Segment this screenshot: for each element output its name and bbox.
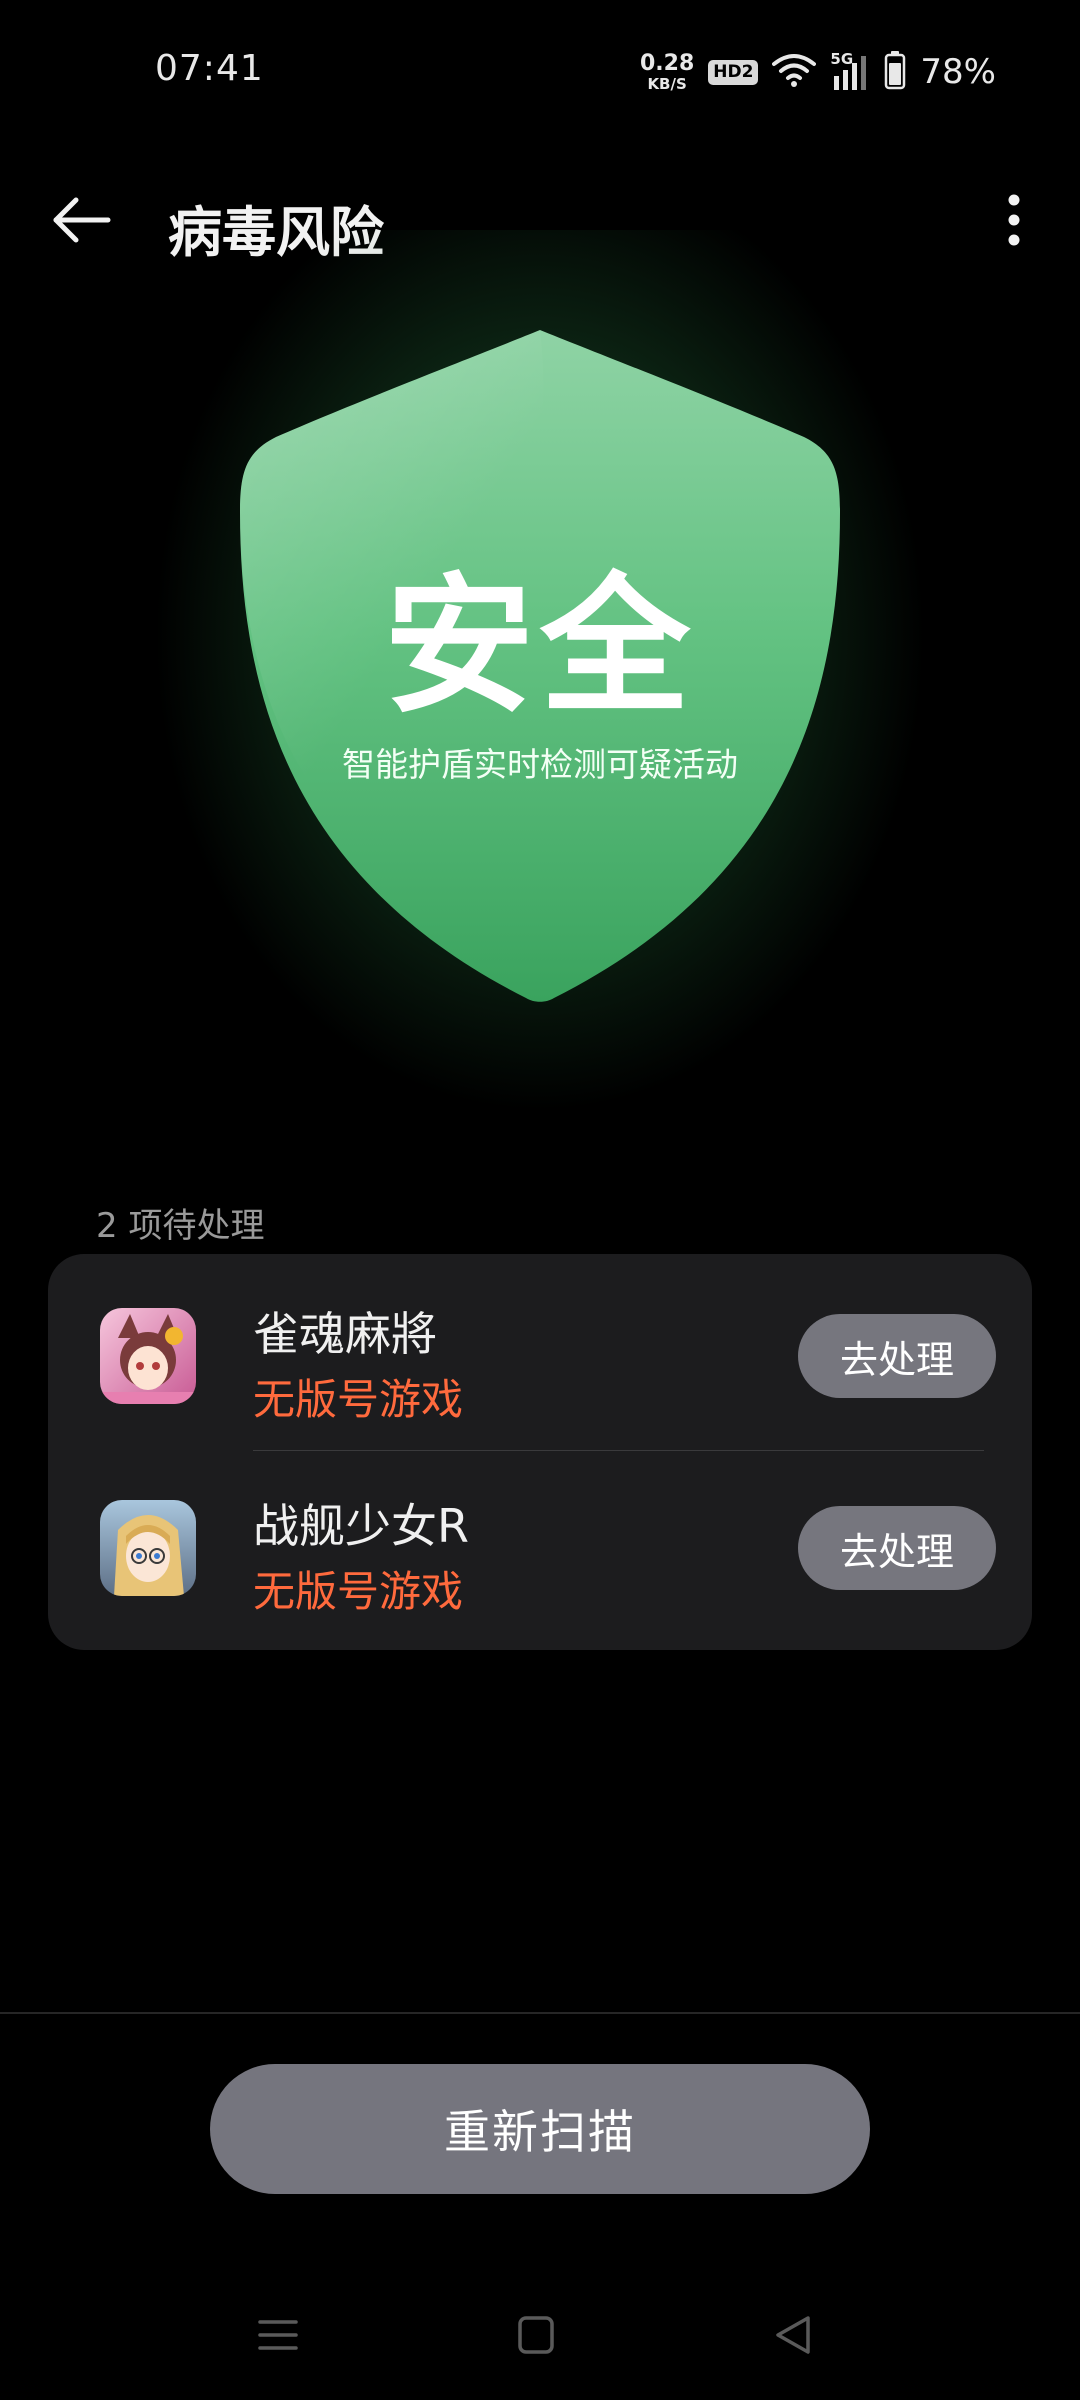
shield-subtitle: 智能护盾实时检测可疑活动 xyxy=(342,745,738,784)
home-button[interactable] xyxy=(506,2310,566,2360)
network-speed-unit: KB/S xyxy=(647,74,687,93)
back-triangle-icon xyxy=(776,2316,810,2354)
status-icons: 0.28 KB/S HD2 5G 78% xyxy=(640,48,996,96)
app-name: 雀魂麻將 xyxy=(253,1307,437,1361)
pending-count-label: 2 项待处理 xyxy=(96,1206,265,1246)
status-time: 07:41 xyxy=(155,48,264,89)
battery-percent: 78% xyxy=(920,52,996,92)
pending-list-card: 雀魂麻將 无版号游戏 去处理 战舰少女R 无版号游戏 去处理 xyxy=(48,1254,1032,1650)
status-bar: 07:41 0.28 KB/S HD2 5G 78% xyxy=(0,0,1080,140)
back-button[interactable] xyxy=(48,192,120,248)
handle-button[interactable]: 去处理 xyxy=(798,1506,996,1590)
handle-button[interactable]: 去处理 xyxy=(798,1314,996,1398)
risk-tag: 无版号游戏 xyxy=(253,1375,464,1424)
mahjong-soul-app-icon xyxy=(100,1308,196,1404)
network-speed-value: 0.28 xyxy=(639,50,695,76)
list-item: 雀魂麻將 无版号游戏 去处理 xyxy=(48,1254,1032,1451)
arrow-left-icon xyxy=(53,197,111,243)
navigation-bar xyxy=(0,2290,1080,2380)
security-status: 安全 xyxy=(383,560,696,734)
app-bar: 病毒风险 xyxy=(0,170,1080,270)
home-icon xyxy=(518,2316,554,2354)
rescan-button[interactable]: 重新扫描 xyxy=(210,2064,870,2194)
hd-voice-badge: HD2 xyxy=(708,59,759,85)
app-name: 战舰少女R xyxy=(253,1499,469,1553)
list-item: 战舰少女R 无版号游戏 去处理 xyxy=(48,1446,1032,1638)
wifi-icon xyxy=(772,52,817,92)
bottom-divider xyxy=(0,2012,1080,2014)
back-nav-button[interactable] xyxy=(764,2310,824,2360)
network-speed: 0.28 KB/S xyxy=(639,50,695,93)
battery-icon xyxy=(884,50,906,94)
risk-tag: 无版号游戏 xyxy=(253,1567,464,1616)
more-vertical-icon xyxy=(1008,194,1020,246)
more-options-button[interactable] xyxy=(990,190,1038,250)
page-title: 病毒风险 xyxy=(168,201,384,264)
menu-button[interactable] xyxy=(248,2310,308,2360)
warship-girls-app-icon xyxy=(100,1500,196,1596)
menu-icon xyxy=(258,2320,298,2350)
signal-icon: 5G xyxy=(830,50,870,92)
